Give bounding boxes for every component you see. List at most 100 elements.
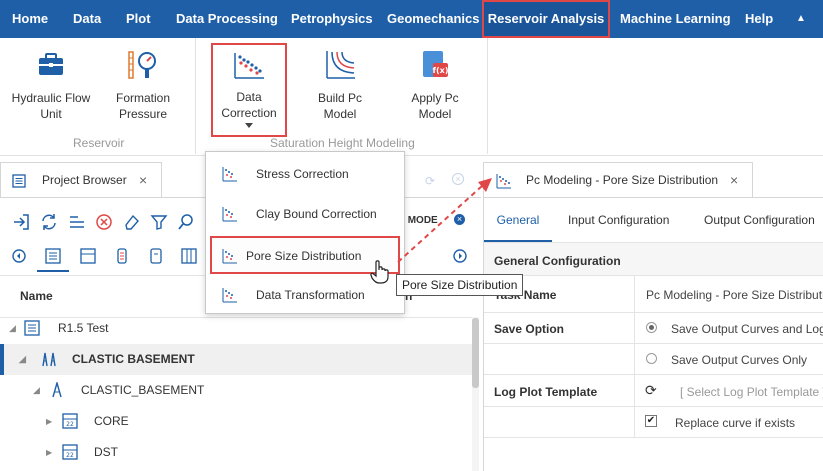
scatter-plot-icon bbox=[222, 288, 237, 303]
tree-item-label: CORE bbox=[94, 414, 129, 428]
replace-curve-checkbox[interactable]: ✔ bbox=[645, 415, 657, 427]
column-divider bbox=[634, 276, 635, 312]
tree-item-project[interactable]: ◢ R1.5 Test bbox=[0, 313, 472, 344]
radio-label: Save Output Curves Only bbox=[671, 353, 808, 367]
close-icon[interactable]: × bbox=[139, 163, 147, 197]
hydraulic-flow-unit-button[interactable]: Hydraulic Flow Unit bbox=[8, 48, 94, 122]
document-icon bbox=[45, 248, 61, 264]
search-icon[interactable] bbox=[177, 213, 195, 231]
ribbon-separator bbox=[487, 38, 488, 154]
ribbon-separator bbox=[195, 38, 196, 154]
menu-data[interactable]: Data bbox=[73, 0, 101, 38]
annotation-arrow bbox=[397, 178, 492, 263]
task-name-field[interactable]: Pc Modeling - Pore Size Distributio bbox=[646, 288, 823, 302]
scatter-plot-icon bbox=[234, 53, 264, 79]
data-correction-button[interactable]: Data Correction bbox=[211, 43, 287, 137]
collapse-ribbon-icon[interactable]: ▲ bbox=[796, 0, 806, 38]
tab-project-view[interactable] bbox=[37, 242, 69, 272]
reservoir-group-label: Reservoir bbox=[73, 136, 125, 150]
eraser-icon[interactable] bbox=[123, 213, 141, 231]
formation-pressure-label: Formation Pressure bbox=[115, 91, 171, 121]
log-plot-template-row: Log Plot Template ⟳ [ Select Log Plot Te… bbox=[484, 375, 823, 407]
menu-geomechanics[interactable]: Geomechanics bbox=[387, 0, 480, 38]
apply-pc-model-button[interactable]: f(x) Apply Pc Model bbox=[400, 48, 470, 122]
list-edit-icon[interactable] bbox=[68, 213, 86, 231]
tree-item-well-group[interactable]: ◢ CLASTIC BASEMENT bbox=[0, 344, 472, 375]
data-correction-dropdown: Stress Correction Clay Bound Correction … bbox=[205, 151, 405, 314]
hand-cursor-icon bbox=[370, 260, 389, 284]
expand-arrow-icon[interactable]: ◢ bbox=[19, 344, 26, 375]
data-set-icon[interactable] bbox=[79, 247, 97, 265]
scatter-plot-icon bbox=[222, 167, 237, 182]
core-icon[interactable] bbox=[147, 247, 165, 265]
menu-home[interactable]: Home bbox=[12, 0, 48, 38]
svg-text:22: 22 bbox=[66, 452, 74, 459]
log-plot-template-select[interactable]: [ Select Log Plot Template ] bbox=[680, 385, 823, 399]
scrollbar-thumb[interactable] bbox=[472, 318, 479, 388]
save-option-row: Save Option Save Output Curves and Log bbox=[484, 313, 823, 344]
save-option-row-2: Save Output Curves Only bbox=[484, 344, 823, 375]
saturation-group-label: Saturation Height Modeling bbox=[270, 136, 415, 150]
menu-petrophysics[interactable]: Petrophysics bbox=[291, 0, 373, 38]
menu-plot[interactable]: Plot bbox=[126, 0, 151, 38]
apply-pc-model-label: Apply Pc Model bbox=[411, 91, 459, 121]
checkbox-label: Replace curve if exists bbox=[675, 416, 796, 430]
svg-text:22: 22 bbox=[66, 421, 74, 428]
section-title: General Configuration bbox=[494, 254, 621, 268]
scatter-plot-icon bbox=[222, 249, 237, 264]
pc-curves-icon bbox=[326, 51, 355, 79]
tab-pc-modeling[interactable]: Pc Modeling - Pore Size Distribution × bbox=[483, 162, 753, 198]
pc-modeling-panel: General Input Configuration Output Confi… bbox=[483, 197, 823, 471]
svg-text:f(x): f(x) bbox=[433, 66, 449, 75]
scatter-plot-icon bbox=[496, 174, 511, 189]
menu-item-label: Stress Correction bbox=[256, 167, 349, 181]
tree-item-dst[interactable]: ▶ 22 DST bbox=[0, 437, 472, 468]
data-set-icon: 22 bbox=[62, 413, 78, 429]
menu-data-processing[interactable]: Data Processing bbox=[176, 0, 278, 38]
radio-save-curves-only[interactable] bbox=[646, 353, 657, 364]
hydraulic-flow-unit-label: Hydraulic Flow Unit bbox=[11, 91, 91, 121]
menu-item-stress-correction[interactable]: Stress Correction bbox=[206, 154, 404, 194]
scatter-plot-icon bbox=[222, 207, 237, 222]
menu-help[interactable]: Help bbox=[745, 0, 773, 38]
tab-input-configuration[interactable]: Input Configuration bbox=[568, 198, 669, 242]
grid-icon[interactable] bbox=[180, 247, 198, 265]
menu-item-clay-bound-correction[interactable]: Clay Bound Correction bbox=[206, 194, 404, 234]
build-pc-model-button[interactable]: Build Pc Model bbox=[306, 48, 374, 122]
tree-item-well[interactable]: ◢ CLASTIC_BASEMENT bbox=[0, 375, 472, 406]
tree-item-label: CLASTIC_BASEMENT bbox=[81, 383, 205, 397]
menu-item-label: Data Transformation bbox=[256, 288, 365, 302]
radio-save-curves-and-log[interactable] bbox=[646, 322, 657, 333]
expand-arrow-icon[interactable]: ◢ bbox=[33, 375, 40, 406]
expand-arrow-icon[interactable]: ◢ bbox=[9, 313, 16, 344]
data-set-icon: 22 bbox=[62, 444, 78, 460]
formation-pressure-button[interactable]: Formation Pressure bbox=[107, 48, 179, 122]
import-icon[interactable] bbox=[12, 213, 30, 231]
sync-icon[interactable] bbox=[40, 213, 58, 231]
tab-output-configuration[interactable]: Output Configuration bbox=[704, 198, 815, 242]
collapse-arrow-icon[interactable]: ▶ bbox=[46, 406, 52, 437]
tab-project-browser[interactable]: Project Browser × bbox=[0, 162, 162, 198]
menu-machine-learning[interactable]: Machine Learning bbox=[620, 0, 731, 38]
filter-icon[interactable] bbox=[150, 213, 168, 231]
section-header: General Configuration bbox=[484, 242, 823, 276]
delete-icon[interactable] bbox=[95, 213, 113, 231]
arrow-left-circle-icon[interactable] bbox=[10, 247, 28, 265]
chevron-down-icon bbox=[245, 123, 253, 128]
collapse-arrow-icon[interactable]: ▶ bbox=[46, 437, 52, 468]
column-divider bbox=[634, 313, 635, 343]
function-doc-icon: f(x) bbox=[423, 51, 449, 77]
tab-label: Project Browser bbox=[42, 173, 127, 187]
menu-bar: Home Data Plot Data Processing Petrophys… bbox=[0, 0, 823, 38]
tree-item-label: CLASTIC BASEMENT bbox=[72, 352, 195, 366]
tab-label: Pc Modeling - Pore Size Distribution bbox=[526, 173, 719, 187]
column-divider bbox=[634, 344, 635, 374]
replace-curve-row: ✔ Replace curve if exists bbox=[484, 407, 823, 438]
menu-reservoir-analysis[interactable]: Reservoir Analysis bbox=[482, 0, 610, 38]
build-pc-model-label: Build Pc Model bbox=[317, 91, 363, 121]
close-icon[interactable]: × bbox=[730, 163, 738, 197]
log-icon[interactable] bbox=[113, 247, 131, 265]
tree-item-core[interactable]: ▶ 22 CORE bbox=[0, 406, 472, 437]
well-group-icon bbox=[42, 352, 56, 367]
refresh-icon[interactable]: ⟳ bbox=[645, 382, 657, 399]
